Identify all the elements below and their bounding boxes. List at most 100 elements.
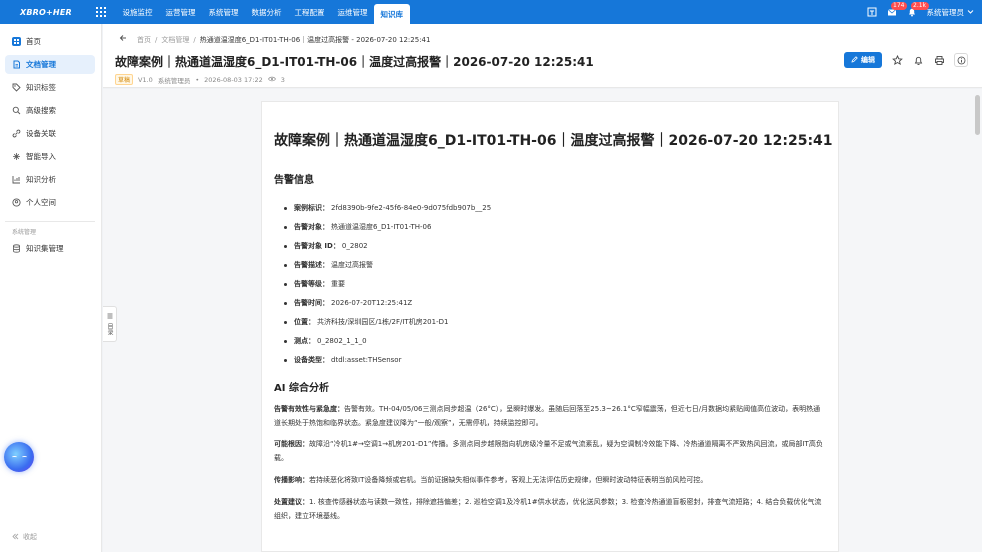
chevron-down-icon [967, 8, 974, 17]
paragraph-text: 若持续恶化将致IT设备降频或宕机。当前证据缺失相似事件参考，客观上无法评估历史规… [309, 476, 708, 484]
sidebar-item-smart-import[interactable]: 智能导入 [5, 147, 95, 166]
screen-icon[interactable] [867, 7, 877, 17]
print-icon[interactable] [933, 54, 945, 66]
nav-item-engineering[interactable]: 工程配置 [288, 0, 331, 24]
list-item: 告警时间： 2026-07-20T12:25:41Z [284, 298, 412, 308]
pencil-icon [851, 55, 858, 65]
ai-assistant-icon[interactable] [4, 442, 34, 472]
field-value: 热通道温湿度6_D1-IT01-TH-06 [331, 223, 432, 231]
star-icon[interactable] [891, 54, 903, 66]
view-count: 3 [280, 75, 285, 84]
sidebar-item-label: 文档管理 [26, 60, 56, 69]
page-title: 故障案例｜热通道温湿度6_D1-IT01-TH-06｜温度过高报警｜2026-0… [115, 55, 594, 69]
sidebar-item-label: 首页 [26, 37, 41, 46]
nav-item-facility-monitor[interactable]: 设施监控 [116, 0, 159, 24]
list-item: 告警对象： 热通道温湿度6_D1-IT01-TH-06 [284, 222, 431, 232]
paragraph-key: 传播影响： [274, 476, 309, 484]
back-arrow-icon[interactable] [119, 34, 127, 45]
toc-label: 目录 [106, 323, 113, 335]
document-heading: 故障案例｜热通道温湿度6_D1-IT01-TH-06｜温度过高报警｜2026-0… [274, 133, 833, 149]
field-key: 位置： [294, 318, 315, 326]
list-item: 告警等级： 重要 [284, 279, 345, 289]
field-value: 共济科技/深圳园区/1栋/2F/IT机房201-D1 [317, 318, 449, 326]
status-badge: 草稿 [115, 74, 134, 85]
tag-icon [12, 83, 21, 92]
list-item: 设备类型： dtdl:asset:THSensor [284, 355, 401, 365]
paragraph-key: 告警有效性与紧急度： [274, 405, 344, 413]
sidebar-item-tags[interactable]: 知识标签 [5, 78, 95, 97]
collapse-label: 收起 [23, 533, 37, 541]
field-key: 告警对象： [294, 223, 329, 231]
bell-icon[interactable]: 2.1k [907, 2, 929, 17]
sidebar-item-label: 知识标签 [26, 83, 56, 92]
sidebar-item-personal-space[interactable]: 个人空间 [5, 193, 95, 212]
database-icon [12, 244, 21, 253]
sidebar-collapse-button[interactable]: 收起 [12, 532, 37, 542]
info-icon[interactable] [954, 53, 968, 67]
breadcrumb-documents[interactable]: 文档管理 [161, 35, 189, 45]
field-value: 温度过高报警 [331, 261, 373, 269]
mail-icon[interactable]: 174 [887, 2, 907, 17]
sidebar-item-collection-manage[interactable]: 知识集管理 [5, 239, 95, 258]
list-item: 位置： 共济科技/深圳园区/1栋/2F/IT机房201-D1 [284, 317, 448, 327]
list-item: 告警对象 ID： 0_2802 [284, 241, 368, 251]
document-actions: 编辑 [844, 52, 968, 68]
home-icon [12, 37, 21, 46]
list-item: 测点： 0_2802_1_1_0 [284, 336, 367, 346]
document-icon [12, 60, 21, 69]
document-meta: 草稿 V1.0 系统管理员 • 2026-08-03 17:22 3 [115, 74, 285, 85]
breadcrumb: 首页 / 文档管理 / 热通道温湿度6_D1-IT01-TH-06｜温度过高报警… [119, 34, 430, 45]
apps-grid-icon[interactable] [86, 6, 116, 18]
field-value: 重要 [331, 280, 345, 288]
analysis-paragraph: 告警有效性与紧急度：告警有效。TH-04/05/06三测点同步超温（26°C），… [274, 402, 826, 430]
main-nav: 设施监控 运营管理 系统管理 数据分析 工程配置 运维管理 知识库 [116, 0, 410, 24]
field-value: 0_2802_1_1_0 [317, 337, 367, 345]
sidebar-item-label: 高级搜索 [26, 106, 56, 115]
sidebar-item-advanced-search[interactable]: 高级搜索 [5, 101, 95, 120]
scrollbar-thumb[interactable] [975, 95, 980, 135]
version-label: V1.0 [138, 75, 153, 84]
bell-outline-icon[interactable] [912, 54, 924, 66]
sidebar-item-label: 知识分析 [26, 175, 56, 184]
chart-icon [12, 175, 21, 184]
breadcrumb-home[interactable]: 首页 [137, 35, 151, 45]
nav-item-operations[interactable]: 运营管理 [159, 0, 202, 24]
list-item: 告警描述： 温度过高报警 [284, 260, 373, 270]
sidebar-group-label: 系统管理 [12, 229, 37, 236]
sidebar: 首页 文档管理 知识标签 高级搜索 设备关联 智能导入 知识分析 个人空间 系统… [0, 24, 102, 552]
nav-item-system[interactable]: 系统管理 [202, 0, 245, 24]
field-key: 告警时间： [294, 299, 329, 307]
eye-icon [267, 76, 276, 84]
field-key: 设备类型： [294, 356, 329, 364]
top-right-tools: 174 2.1k 系统管理员 [867, 0, 975, 24]
sidebar-item-label: 智能导入 [26, 152, 56, 161]
top-nav-bar: XBRO+HER 设施监控 运营管理 系统管理 数据分析 工程配置 运维管理 知… [0, 0, 982, 24]
paragraph-text: 告警有效。TH-04/05/06三测点同步超温（26°C），呈瞬时爆发。虽随后回… [274, 405, 821, 427]
nav-item-maintenance[interactable]: 运维管理 [331, 0, 374, 24]
edit-button[interactable]: 编辑 [844, 52, 882, 68]
link-icon [12, 129, 21, 138]
app-logo[interactable]: XBRO+HER [0, 8, 86, 17]
toc-toggle[interactable]: 目录 [103, 306, 117, 342]
sidebar-item-knowledge-analysis[interactable]: 知识分析 [5, 170, 95, 189]
list-item: 案例标识： 2fd8390b-9fe2-45f6-84e0-9d075fdb907… [284, 203, 491, 213]
sparkle-icon [12, 152, 21, 161]
user-icon [12, 198, 21, 207]
paragraph-text: 1. 核查传感器状态与读数一致性，排除遮挡偏差；2. 巡检空调1及冷机1#供水状… [274, 498, 822, 520]
user-name: 系统管理员 [926, 7, 965, 17]
paragraph-key: 可能根因： [274, 440, 309, 448]
bell-badge: 2.1k [910, 2, 929, 10]
sidebar-item-home[interactable]: 首页 [5, 32, 95, 51]
nav-item-data-analysis[interactable]: 数据分析 [245, 0, 288, 24]
search-icon [12, 106, 21, 115]
breadcrumb-current: 热通道温湿度6_D1-IT01-TH-06｜温度过高报警 - 2026-07-2… [199, 35, 431, 44]
analysis-paragraph: 传播影响：若持续恶化将致IT设备降频或宕机。当前证据缺失相似事件参考，客观上无法… [274, 473, 826, 487]
sidebar-item-documents[interactable]: 文档管理 [5, 55, 95, 74]
field-key: 案例标识： [294, 204, 329, 212]
nav-item-knowledge-base[interactable]: 知识库 [374, 4, 410, 24]
sidebar-divider [5, 221, 95, 222]
sidebar-item-device-link[interactable]: 设备关联 [5, 124, 95, 143]
user-menu[interactable]: 系统管理员 [927, 7, 975, 18]
mail-badge: 174 [890, 2, 907, 10]
field-value: 0_2802 [341, 242, 368, 250]
